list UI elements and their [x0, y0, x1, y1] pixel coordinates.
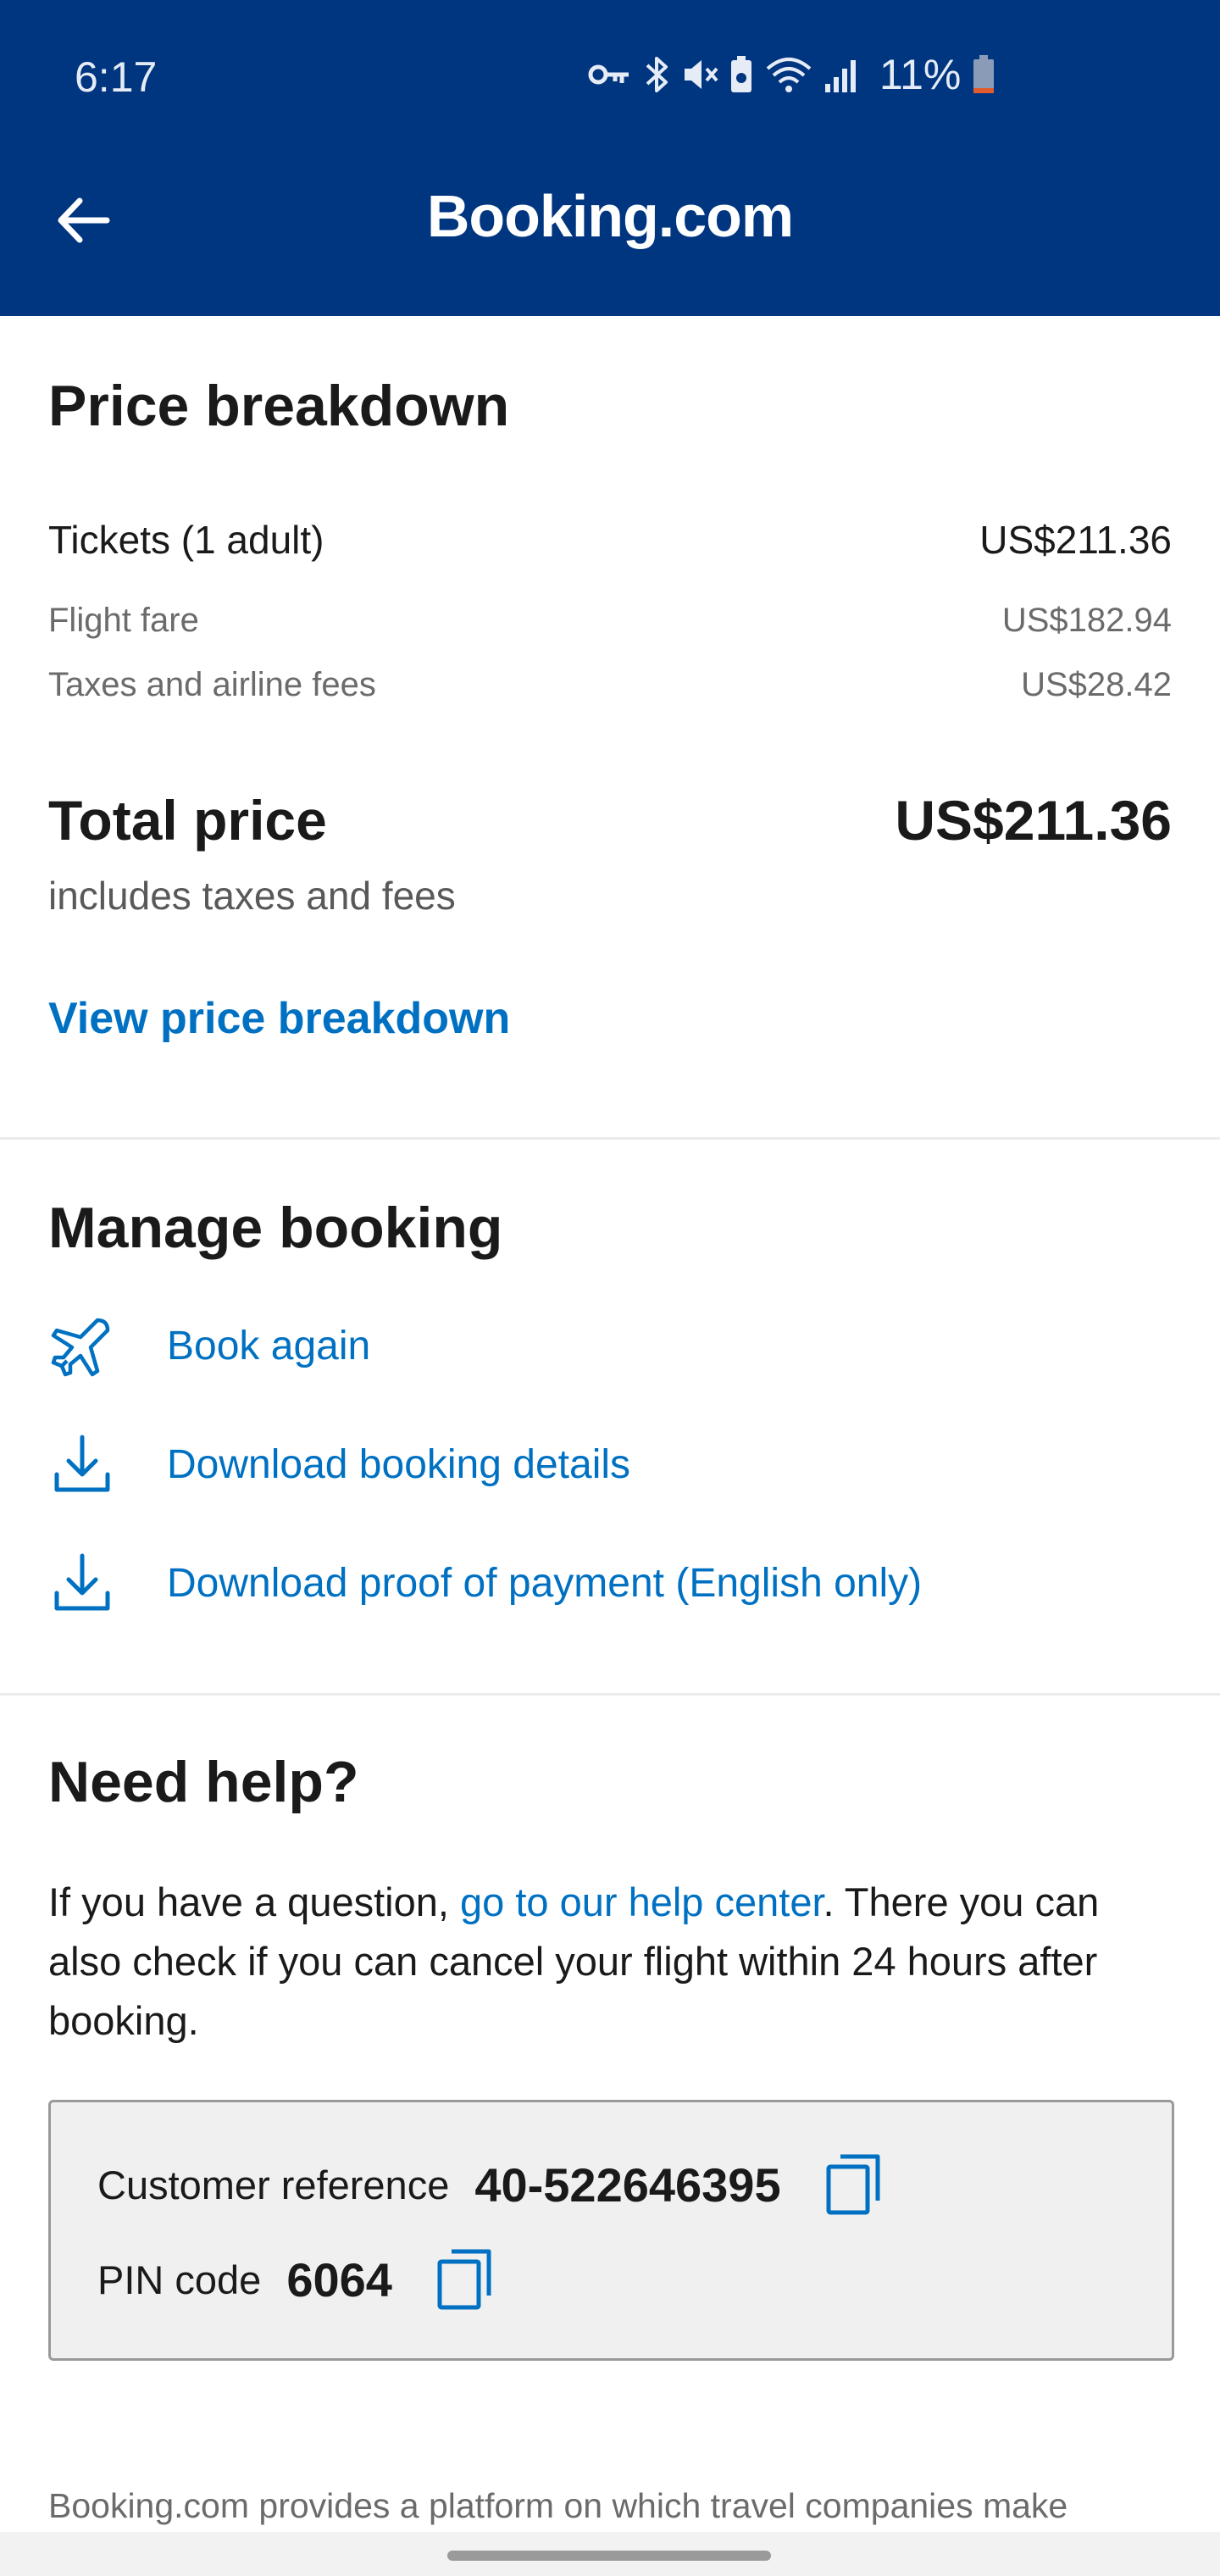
total-price-note: includes taxes and fees	[48, 874, 456, 918]
status-icons: 11%	[586, 49, 996, 100]
tickets-row: Tickets (1 adult) US$211.36	[48, 517, 1172, 563]
reference-box: Customer reference 40-522646395 PIN code…	[48, 2100, 1174, 2361]
status-time: 6:17	[75, 53, 158, 101]
help-paragraph: If you have a question, go to our help c…	[48, 1873, 1172, 2051]
pin-code-row: PIN code 6064	[97, 2248, 494, 2312]
app-header: 6:17 11% Booking.com	[0, 0, 1220, 316]
taxes-label: Taxes and airline fees	[48, 666, 376, 703]
fare-label: Flight fare	[48, 602, 199, 639]
action-label: Download booking details	[167, 1441, 631, 1487]
help-text-before: If you have a question,	[48, 1879, 460, 1924]
total-price-label: Total price	[48, 789, 327, 852]
system-navigation-bar	[0, 2532, 1220, 2576]
pin-code-label: PIN code	[97, 2257, 262, 2302]
battery-icon	[973, 55, 995, 93]
vpn-key-icon	[588, 64, 629, 85]
footer-disclaimer: Booking.com provides a platform on which…	[48, 2486, 1068, 2525]
help-center-link[interactable]: go to our help center	[460, 1879, 824, 1924]
download-icon	[48, 1545, 141, 1621]
tickets-value: US$211.36	[979, 518, 1172, 562]
battery-saver-icon	[731, 56, 751, 92]
customer-reference-row: Customer reference 40-522646395	[97, 2153, 883, 2217]
copy-icon[interactable]	[824, 2153, 883, 2217]
fare-value: US$182.94	[1001, 602, 1172, 639]
action-label: Book again	[167, 1323, 371, 1368]
battery-percentage: 11%	[879, 51, 962, 98]
tickets-label: Tickets (1 adult)	[48, 518, 324, 562]
manage-booking-title: Manage booking	[48, 1196, 503, 1260]
price-breakdown-title: Price breakdown	[48, 374, 510, 438]
copy-icon[interactable]	[435, 2248, 494, 2312]
total-price-value: US$211.36	[895, 789, 1172, 852]
need-help-title: Need help?	[48, 1750, 359, 1814]
signal-icon	[825, 60, 856, 92]
action-label: Download proof of payment (English only)	[167, 1560, 923, 1606]
download-proof-of-payment-action[interactable]: Download proof of payment (English only)	[48, 1541, 922, 1625]
airplane-icon	[48, 1307, 141, 1384]
customer-reference-value: 40-522646395	[474, 2158, 781, 2212]
taxes-row: Taxes and airline fees US$28.42	[48, 666, 1172, 704]
wifi-icon	[766, 58, 812, 92]
customer-reference-label: Customer reference	[97, 2162, 450, 2207]
divider	[0, 1137, 1220, 1140]
brand-title: Booking.com	[426, 183, 794, 249]
book-again-action[interactable]: Book again	[48, 1303, 370, 1388]
pin-code-value: 6064	[286, 2253, 392, 2307]
download-booking-details-action[interactable]: Download booking details	[48, 1422, 630, 1507]
home-gesture-handle[interactable]	[447, 2551, 771, 2561]
fare-row: Flight fare US$182.94	[48, 602, 1172, 640]
vibrate-mute-icon	[685, 60, 718, 89]
taxes-value: US$28.42	[1021, 666, 1172, 703]
download-icon	[48, 1426, 141, 1502]
divider	[0, 1693, 1220, 1696]
view-price-breakdown-link[interactable]: View price breakdown	[48, 993, 510, 1044]
bluetooth-icon	[646, 57, 668, 92]
